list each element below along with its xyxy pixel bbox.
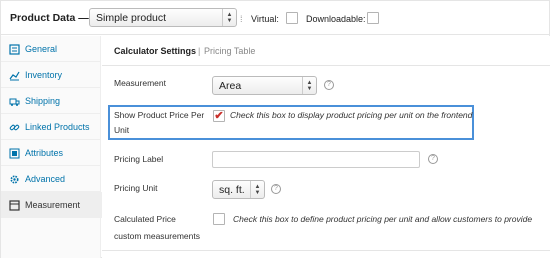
pricing-label-input[interactable] bbox=[212, 151, 420, 168]
calculated-price-label-line1: Calculated Price bbox=[114, 214, 176, 224]
tab-linked-products-label: Linked Products bbox=[25, 122, 90, 132]
tab-attributes-label: Attributes bbox=[25, 148, 64, 158]
product-data-title: Product Data — bbox=[10, 12, 89, 24]
show-price-description: Check this box to display product pricin… bbox=[230, 110, 473, 120]
select-arrows-icon: ▲ ▼ bbox=[250, 181, 264, 198]
tab-advanced[interactable]: Advanced bbox=[1, 166, 101, 192]
tab-advanced-label: Advanced bbox=[25, 174, 66, 184]
measurement-panel: Calculator Settings | Pricing Table Meas… bbox=[102, 36, 550, 258]
product-data-tabs: General Inventory Shipping Linked Produc… bbox=[1, 36, 102, 258]
general-icon bbox=[9, 44, 20, 55]
product-type-select[interactable]: Simple product ▲ ▼ bbox=[89, 8, 237, 27]
product-type-value: Simple product bbox=[96, 12, 167, 24]
panel-divider bbox=[102, 250, 550, 251]
help-icon[interactable]: ? bbox=[324, 80, 334, 90]
measurement-label: Measurement bbox=[114, 78, 166, 88]
measurement-select[interactable]: Area ▲ ▼ bbox=[212, 76, 317, 95]
subtab-separator: | bbox=[198, 46, 201, 56]
product-data-panel: Product Data — Simple product ▲ ▼ ⁞ Virtu… bbox=[0, 0, 550, 258]
select-arrows-icon: ▲ ▼ bbox=[302, 77, 316, 94]
help-icon[interactable]: ? bbox=[428, 154, 438, 164]
tab-linked-products[interactable]: Linked Products bbox=[1, 114, 101, 140]
inventory-icon bbox=[9, 70, 20, 81]
tab-general[interactable]: General bbox=[1, 36, 101, 62]
help-icon[interactable]: ? bbox=[271, 184, 281, 194]
header-separator: ⁞ bbox=[240, 14, 243, 24]
attributes-icon bbox=[9, 148, 20, 159]
show-price-label-line2: Unit bbox=[114, 125, 130, 135]
measurement-icon bbox=[9, 200, 20, 211]
pricing-unit-label: Pricing Unit bbox=[114, 183, 158, 193]
tab-shipping-label: Shipping bbox=[25, 96, 61, 106]
measurement-value: Area bbox=[219, 80, 242, 92]
calculated-price-label-line2: custom measurements bbox=[114, 231, 200, 241]
subtab-calculator-settings[interactable]: Calculator Settings bbox=[114, 46, 196, 56]
product-data-header: Product Data — Simple product ▲ ▼ ⁞ Virtu… bbox=[1, 1, 549, 35]
tab-inventory[interactable]: Inventory bbox=[1, 62, 101, 88]
shipping-icon bbox=[9, 96, 20, 107]
virtual-checkbox[interactable] bbox=[286, 12, 298, 24]
tab-general-label: General bbox=[25, 44, 58, 54]
pricing-label-label: Pricing Label bbox=[114, 154, 164, 164]
tab-measurement[interactable]: Measurement bbox=[1, 192, 102, 218]
downloadable-checkbox[interactable] bbox=[367, 12, 379, 24]
pricing-unit-value: sq. ft. bbox=[219, 184, 245, 196]
subtab-pricing-table[interactable]: Pricing Table bbox=[204, 46, 255, 56]
tab-shipping[interactable]: Shipping bbox=[1, 88, 101, 114]
link-icon bbox=[9, 122, 20, 133]
tab-measurement-label: Measurement bbox=[25, 200, 81, 210]
select-arrows-icon: ▲ ▼ bbox=[222, 9, 236, 26]
tab-attributes[interactable]: Attributes bbox=[1, 140, 101, 166]
show-price-checkbox[interactable]: ✔ bbox=[213, 110, 225, 122]
tab-inventory-label: Inventory bbox=[25, 70, 63, 80]
pricing-unit-select[interactable]: sq. ft. ▲ ▼ bbox=[212, 180, 265, 199]
downloadable-label: Downloadable: bbox=[306, 14, 366, 24]
gear-icon bbox=[9, 174, 20, 185]
measurement-subtabs: Calculator Settings | Pricing Table bbox=[102, 36, 550, 66]
virtual-label: Virtual: bbox=[251, 14, 279, 24]
calculated-price-description: Check this box to define product pricing… bbox=[233, 214, 533, 224]
calculated-price-checkbox[interactable] bbox=[213, 213, 225, 225]
show-price-label-line1: Show Product Price Per bbox=[114, 110, 205, 120]
